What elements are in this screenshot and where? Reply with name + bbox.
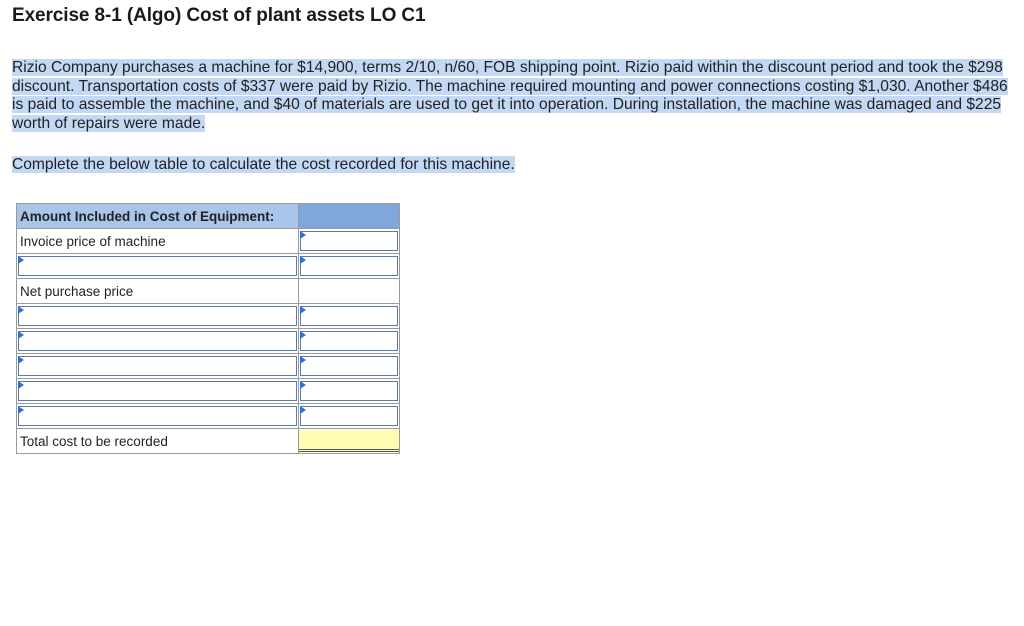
total-amount-cell [298,428,400,454]
table-header-label: Amount Included in Cost of Equipment: [16,203,299,229]
instruction-text: Complete the below table to calculate th… [12,156,515,173]
net-purchase-amount [298,278,400,304]
row-label-total: Total cost to be recorded [16,428,299,454]
table-row [16,353,400,379]
label-cell [16,303,299,329]
dropdown-marker-icon [18,356,24,364]
table-header-row: Amount Included in Cost of Equipment: [16,203,400,229]
table-row: Total cost to be recorded [16,428,400,454]
total-amount-field [299,430,399,452]
table-row [16,303,400,329]
label-cell [16,328,299,354]
amount-input[interactable] [300,406,398,426]
input-marker-icon [300,256,306,264]
label-cell [16,378,299,404]
amount-input[interactable] [300,256,398,276]
dropdown-marker-icon [18,331,24,339]
amount-cell [298,403,400,429]
cost-table: Amount Included in Cost of Equipment: In… [16,203,400,454]
dropdown-marker-icon [18,406,24,414]
input-marker-icon [300,331,306,339]
dropdown-marker-icon [18,381,24,389]
table-row [16,253,400,279]
table-row [16,378,400,404]
amount-input[interactable] [300,306,398,326]
label-dropdown-input[interactable] [18,381,297,401]
table-row [16,403,400,429]
table-header-amount [298,203,400,229]
table-row: Net purchase price [16,278,400,304]
row-label-invoice: Invoice price of machine [16,228,299,254]
input-marker-icon [300,231,306,239]
label-cell [16,253,299,279]
label-dropdown-input[interactable] [18,306,297,326]
input-marker-icon [300,381,306,389]
amount-cell [298,303,400,329]
amount-cell [298,228,400,254]
label-dropdown-input[interactable] [18,331,297,351]
amount-cell [298,378,400,404]
amount-cell [298,253,400,279]
amount-cell [298,353,400,379]
problem-paragraph: Rizio Company purchases a machine for $1… [12,59,1008,132]
input-marker-icon [300,406,306,414]
label-cell [16,403,299,429]
dropdown-marker-icon [18,306,24,314]
amount-input[interactable] [300,381,398,401]
amount-input[interactable] [300,356,398,376]
label-cell [16,353,299,379]
table-row [16,328,400,354]
label-dropdown-input[interactable] [18,356,297,376]
dropdown-marker-icon [18,256,24,264]
amount-input[interactable] [300,331,398,351]
input-marker-icon [300,356,306,364]
input-marker-icon [300,306,306,314]
amount-cell [298,328,400,354]
row-label-net-purchase: Net purchase price [16,278,299,304]
table-row: Invoice price of machine [16,228,400,254]
label-dropdown-input[interactable] [18,256,297,276]
invoice-amount-input[interactable] [300,231,398,251]
exercise-title: Exercise 8-1 (Algo) Cost of plant assets… [12,5,426,26]
label-dropdown-input[interactable] [18,406,297,426]
